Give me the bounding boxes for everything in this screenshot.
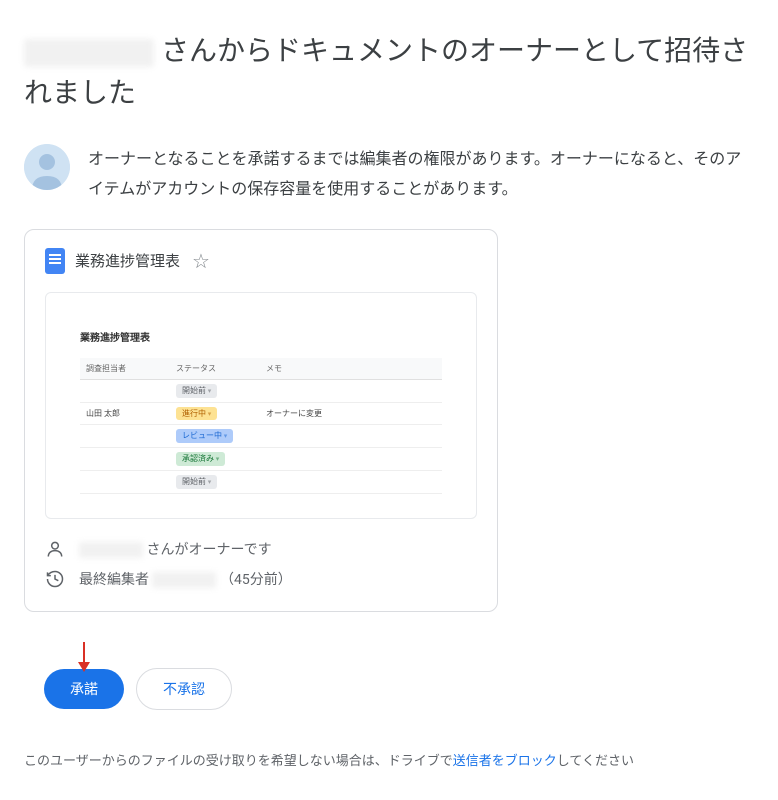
- thumbnail-table: 調査担当者 ステータス メモ 開始前山田 太郎進行中オーナーに変更レビュー中承認…: [80, 358, 442, 494]
- status-chip: 承認済み: [176, 452, 225, 466]
- cell-status: 承認済み: [170, 448, 260, 471]
- avatar: [24, 144, 70, 190]
- cell-memo: [260, 425, 442, 448]
- owner-suffix: さんがオーナーです: [146, 542, 271, 558]
- cell-person: [80, 379, 170, 402]
- cell-memo: [260, 470, 442, 493]
- table-header: ステータス: [170, 358, 260, 380]
- cell-person: [80, 448, 170, 471]
- table-row: 承認済み: [80, 448, 442, 471]
- cell-memo: オーナーに変更: [260, 402, 442, 425]
- cell-person: [80, 470, 170, 493]
- star-icon[interactable]: ☆: [192, 249, 210, 273]
- history-icon: [45, 569, 65, 589]
- footer-prefix: このユーザーからのファイルの受け取りを希望しない場合は、ドライブで: [24, 754, 453, 769]
- document-header: 業務進捗管理表 ☆: [45, 248, 477, 274]
- cell-person: [80, 425, 170, 448]
- status-chip: 開始前: [176, 475, 217, 489]
- decline-button[interactable]: 不承認: [136, 668, 232, 710]
- cell-status: 開始前: [170, 470, 260, 493]
- cell-status: 開始前: [170, 379, 260, 402]
- cell-memo: [260, 448, 442, 471]
- document-title[interactable]: 業務進捗管理表: [75, 250, 180, 271]
- cell-status: レビュー中: [170, 425, 260, 448]
- sender-name-redacted: [24, 39, 154, 67]
- button-row: 承諾 不承認: [44, 668, 754, 710]
- owner-row: さんがオーナーです: [45, 539, 477, 559]
- last-editor-row: 最終編集者 （45分前）: [45, 569, 477, 589]
- notice-text: オーナーとなることを承諾するまでは編集者の権限があります。オーナーになると、その…: [88, 144, 754, 205]
- accept-button[interactable]: 承諾: [44, 669, 124, 709]
- status-chip: レビュー中: [176, 429, 233, 443]
- block-sender-link[interactable]: 送信者をブロック: [453, 754, 557, 769]
- table-row: 開始前: [80, 470, 442, 493]
- last-editor-name-redacted: [152, 572, 216, 588]
- cell-memo: [260, 379, 442, 402]
- last-editor-time: （45分前）: [220, 572, 292, 588]
- page-title: さんからドキュメントのオーナーとして招待されました: [24, 30, 754, 114]
- person-icon: [45, 539, 65, 559]
- footer-suffix: してください: [557, 754, 634, 769]
- status-chip: 開始前: [176, 384, 217, 398]
- table-row: レビュー中: [80, 425, 442, 448]
- document-thumbnail[interactable]: 業務進捗管理表 調査担当者 ステータス メモ 開始前山田 太郎進行中オーナーに変…: [45, 292, 477, 519]
- table-row: 山田 太郎進行中 オーナーに変更: [80, 402, 442, 425]
- cell-person: 山田 太郎: [80, 402, 170, 425]
- table-header: 調査担当者: [80, 358, 170, 380]
- thumbnail-title: 業務進捗管理表: [80, 329, 442, 344]
- status-chip: 進行中: [176, 407, 217, 421]
- last-editor-label: 最終編集者: [79, 572, 149, 588]
- cell-status: 進行中: [170, 402, 260, 425]
- arrow-annotation: [74, 640, 754, 674]
- notice-row: オーナーとなることを承諾するまでは編集者の権限があります。オーナーになると、その…: [24, 144, 754, 205]
- document-card: 業務進捗管理表 ☆ 業務進捗管理表 調査担当者 ステータス メモ 開始前山田 太…: [24, 229, 498, 612]
- owner-name-redacted: [79, 542, 143, 558]
- docs-icon: [45, 248, 65, 274]
- table-header: メモ: [260, 358, 442, 380]
- table-row: 開始前: [80, 379, 442, 402]
- footer-text: このユーザーからのファイルの受け取りを希望しない場合は、ドライブで送信者をブロッ…: [24, 750, 754, 769]
